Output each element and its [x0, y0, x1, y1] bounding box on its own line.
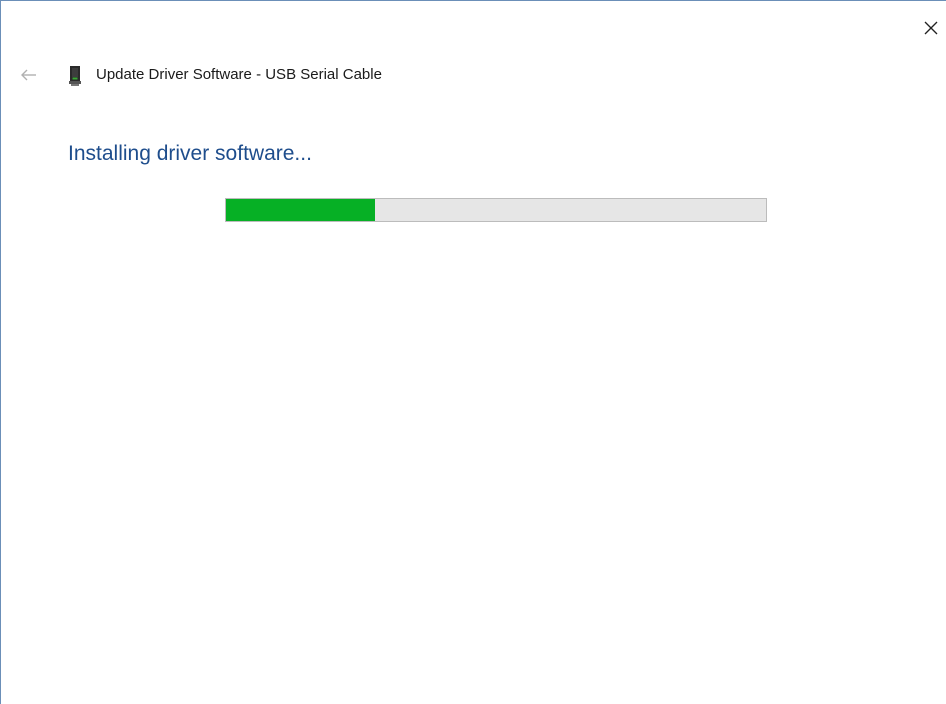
progress-bar-fill: [226, 199, 375, 221]
back-button[interactable]: [19, 65, 39, 85]
close-icon: [924, 21, 938, 35]
close-button[interactable]: [916, 13, 946, 43]
progress-bar: [225, 198, 767, 222]
back-arrow-icon: [21, 69, 36, 81]
usb-device-icon: [69, 66, 81, 86]
window-title: Update Driver Software - USB Serial Cabl…: [96, 66, 382, 83]
status-heading: Installing driver software...: [68, 142, 312, 165]
driver-update-window: Update Driver Software - USB Serial Cabl…: [0, 0, 946, 704]
